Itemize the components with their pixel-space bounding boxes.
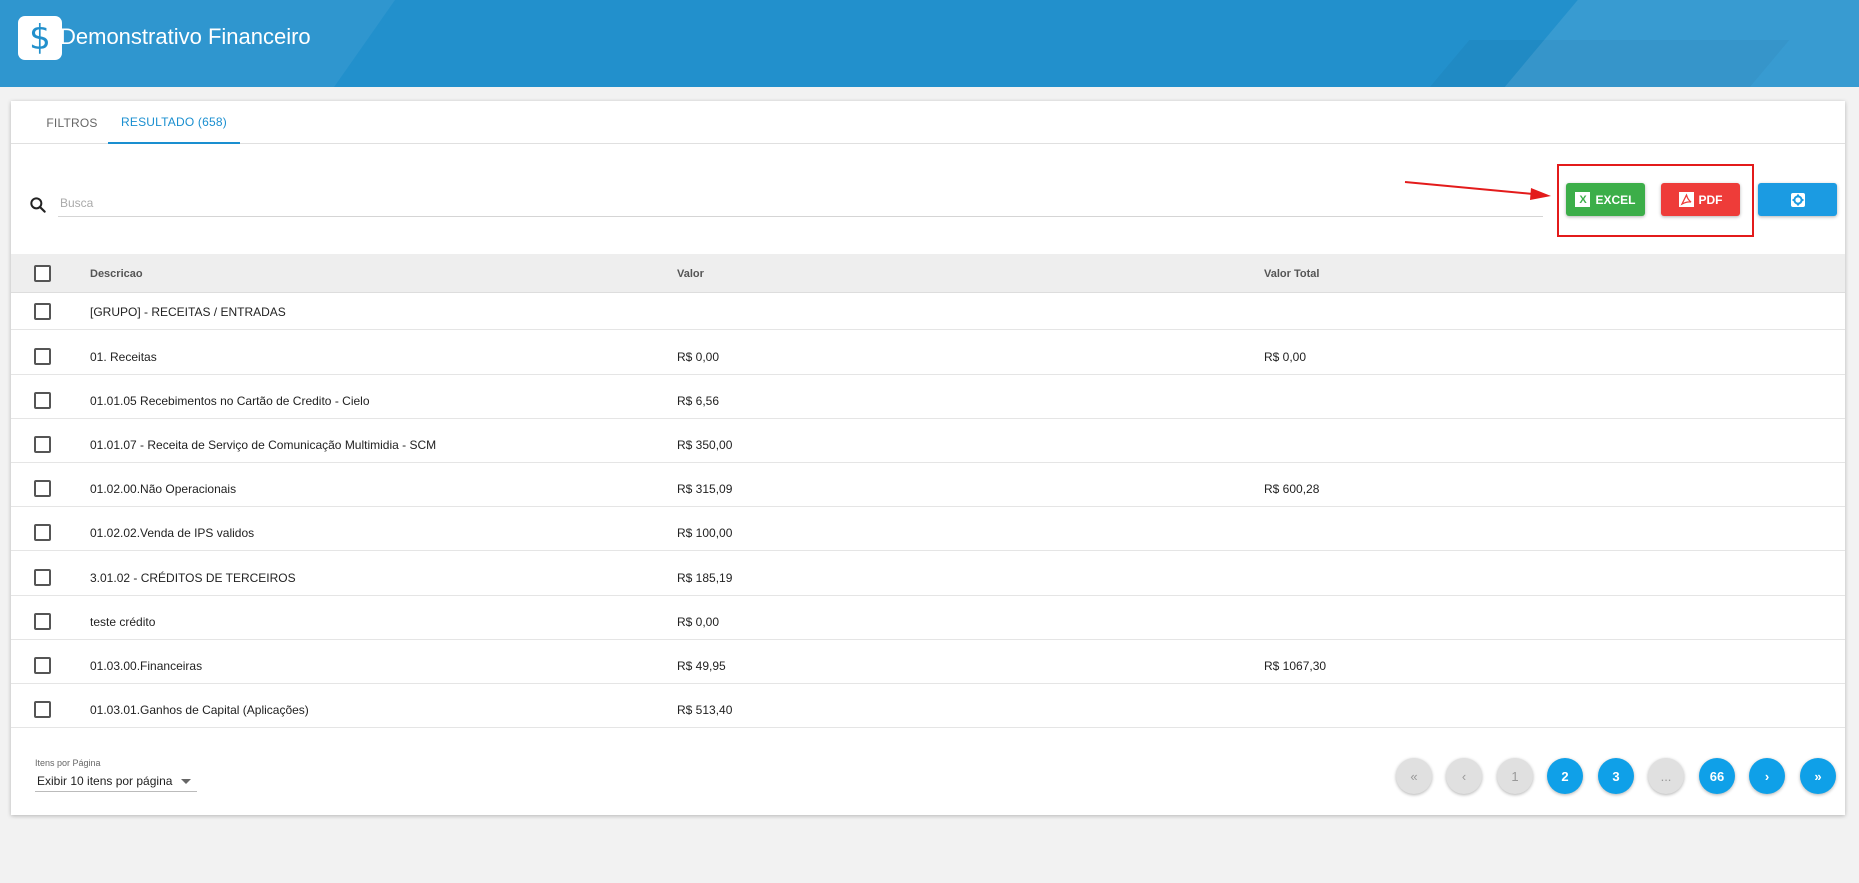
cell-descricao: 01.03.01.Ganhos de Capital (Aplicações) <box>90 702 309 717</box>
pagination-page-66[interactable]: 66 <box>1699 758 1735 794</box>
items-per-page-label: Itens por Página <box>35 758 101 768</box>
items-per-page-value: Exibir 10 itens por página <box>37 773 173 788</box>
cell-descricao: 01.03.00.Financeiras <box>90 658 203 673</box>
search-input[interactable] <box>58 190 1543 217</box>
search-icon <box>30 197 46 213</box>
table-header: Descricao Valor Valor Total <box>11 254 1845 293</box>
pagination-first-button[interactable]: « <box>1396 758 1432 794</box>
pagination-prev-button[interactable]: ‹ <box>1446 758 1482 794</box>
cell-valor: R$ 513,40 <box>677 702 733 717</box>
pagination-ellipsis: ... <box>1648 758 1684 794</box>
cell-descricao: teste crédito <box>90 614 156 629</box>
cell-valor-total: R$ 1067,30 <box>1264 658 1327 673</box>
tab-filtros[interactable]: FILTROS <box>25 101 119 144</box>
result-card: FILTROS RESULTADO (658) X EXCEL PDF <box>11 101 1845 815</box>
pagination-next-button[interactable]: › <box>1749 758 1785 794</box>
row-checkbox[interactable] <box>34 524 51 541</box>
table-row[interactable]: [GRUPO] - RECEITAS / ENTRADAS <box>11 293 1845 330</box>
app-header: $ Demonstrativo Financeiro <box>0 0 1859 87</box>
cell-valor: R$ 315,09 <box>677 481 733 496</box>
row-checkbox[interactable] <box>34 569 51 586</box>
row-checkbox[interactable] <box>34 392 51 409</box>
cell-valor: R$ 49,95 <box>677 658 726 673</box>
cell-valor: R$ 6,56 <box>677 393 720 408</box>
pagination-page-1[interactable]: 1 <box>1497 758 1533 794</box>
row-checkbox[interactable] <box>34 701 51 718</box>
table-row[interactable]: 01.01.07 - Receita de Serviço de Comunic… <box>11 426 1845 463</box>
cell-descricao: 01. Receitas <box>90 349 157 364</box>
page-title: Demonstrativo Financeiro <box>60 24 311 49</box>
row-checkbox[interactable] <box>34 303 51 320</box>
table-row[interactable]: 01.03.00.Financeiras R$ 49,95 R$ 1067,30 <box>11 647 1845 684</box>
cell-valor: R$ 100,00 <box>677 525 733 540</box>
cell-descricao: [GRUPO] - RECEITAS / ENTRADAS <box>90 304 286 319</box>
cell-valor: R$ 0,00 <box>677 349 720 364</box>
excel-icon: X <box>1575 192 1591 207</box>
cell-descricao: 01.02.02.Venda de IPS validos <box>90 525 255 540</box>
caret-down-icon <box>181 779 191 784</box>
cell-valor: R$ 0,00 <box>677 614 720 629</box>
gear-icon <box>1790 192 1805 207</box>
row-checkbox[interactable] <box>34 657 51 674</box>
column-header-valor[interactable]: Valor <box>677 254 704 293</box>
pagination-page-2[interactable]: 2 <box>1547 758 1583 794</box>
cell-descricao: 01.01.07 - Receita de Serviço de Comunic… <box>90 437 437 452</box>
cell-valor: R$ 185,19 <box>677 570 733 585</box>
tab-resultado[interactable]: RESULTADO (658) <box>108 101 240 144</box>
row-checkbox[interactable] <box>34 613 51 630</box>
table-row[interactable]: teste crédito R$ 0,00 <box>11 603 1845 640</box>
items-per-page-select[interactable]: Exibir 10 itens por página <box>35 770 197 792</box>
table-row[interactable]: 3.01.02 - CRÉDITOS DE TERCEIROS R$ 185,1… <box>11 559 1845 596</box>
export-excel-button[interactable]: X EXCEL <box>1566 183 1645 216</box>
excel-button-label: EXCEL <box>1595 192 1636 207</box>
annotation-arrow <box>1404 181 1551 200</box>
cell-valor: R$ 350,00 <box>677 437 733 452</box>
tab-bar: FILTROS RESULTADO (658) <box>11 101 1845 144</box>
cell-valor-total: R$ 600,28 <box>1264 481 1320 496</box>
dollar-icon: $ <box>29 18 51 58</box>
table-row[interactable]: 01.02.00.Não Operacionais R$ 315,09 R$ 6… <box>11 470 1845 507</box>
row-checkbox[interactable] <box>34 436 51 453</box>
row-checkbox[interactable] <box>34 480 51 497</box>
cell-descricao: 01.02.00.Não Operacionais <box>90 481 237 496</box>
cell-descricao: 3.01.02 - CRÉDITOS DE TERCEIROS <box>90 570 296 585</box>
pdf-button-label: PDF <box>1698 192 1723 207</box>
select-all-checkbox[interactable] <box>34 265 51 282</box>
cell-valor-total: R$ 0,00 <box>1264 349 1307 364</box>
pagination-page-3[interactable]: 3 <box>1598 758 1634 794</box>
app-logo: $ <box>18 16 62 60</box>
export-pdf-button[interactable]: PDF <box>1661 183 1740 216</box>
table-row[interactable]: 01.03.01.Ganhos de Capital (Aplicações) … <box>11 691 1845 728</box>
table-row[interactable]: 01.02.02.Venda de IPS validos R$ 100,00 <box>11 514 1845 551</box>
settings-button[interactable] <box>1758 183 1837 216</box>
table-row[interactable]: 01. Receitas R$ 0,00 R$ 0,00 <box>11 338 1845 375</box>
table-row[interactable]: 01.01.05 Recebimentos no Cartão de Credi… <box>11 382 1845 419</box>
row-checkbox[interactable] <box>34 348 51 365</box>
pdf-icon <box>1678 192 1694 207</box>
cell-descricao: 01.01.05 Recebimentos no Cartão de Credi… <box>90 393 370 408</box>
pagination-last-button[interactable]: » <box>1800 758 1836 794</box>
column-header-valor-total[interactable]: Valor Total <box>1264 254 1319 293</box>
column-header-descricao[interactable]: Descricao <box>90 254 143 293</box>
